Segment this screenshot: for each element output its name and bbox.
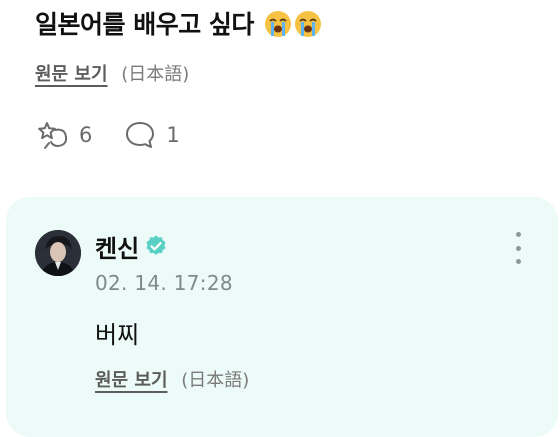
original-language-label: (日本語): [121, 64, 190, 85]
comment-author[interactable]: 켄신: [95, 229, 139, 264]
comment-timestamp: 02. 14. 17:28: [95, 271, 233, 295]
avatar-image: [35, 230, 81, 276]
comment-language-label: (日本語): [181, 370, 250, 391]
more-options-icon[interactable]: [512, 232, 524, 264]
comment-translate-row: 원문 보기 (日本語): [95, 368, 249, 394]
verified-badge-icon: [146, 235, 166, 255]
comment-card: 켄신 02. 14. 17:28 버찌 원문 보기 (日本語): [6, 197, 558, 437]
post-actions: 6 1: [35, 118, 180, 152]
crying-face-emoji-icon: [295, 11, 322, 37]
kebab-dot: [515, 259, 521, 264]
avatar[interactable]: [35, 230, 81, 276]
view-original-link[interactable]: 원문 보기: [35, 64, 108, 85]
crying-face-emoji-icon: [265, 11, 292, 37]
kebab-dot: [515, 232, 521, 237]
comment-text: 버찌: [95, 321, 140, 349]
comment-view-original-link[interactable]: 원문 보기: [95, 370, 168, 391]
comment-button[interactable]: 1: [124, 120, 180, 150]
reaction-button[interactable]: 6: [35, 120, 92, 150]
post-text: 일본어를 배우고 싶다: [35, 10, 254, 39]
reaction-sparkle-icon: [38, 122, 68, 149]
comment-count: 1: [166, 123, 180, 147]
speech-bubble-icon: [126, 122, 155, 148]
post-translate-row: 원문 보기 (日本語): [35, 62, 189, 88]
reaction-count: 6: [79, 123, 93, 147]
post-text-line: 일본어를 배우고 싶다: [35, 8, 322, 42]
comment-author-row: 켄신: [95, 229, 168, 264]
kebab-dot: [515, 245, 521, 251]
